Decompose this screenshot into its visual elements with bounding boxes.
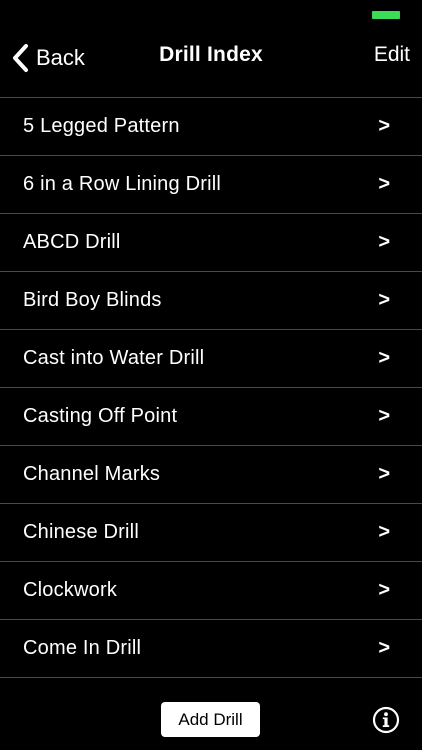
drill-list-item[interactable]: 6 in a Row Lining Drill > [0,156,422,214]
disclosure-arrow-icon: > [378,521,390,543]
navigation-bar: Back Drill Index Edit [0,28,422,96]
drill-list: 5 Legged Pattern > 6 in a Row Lining Dri… [0,98,422,678]
drill-list-item[interactable]: 5 Legged Pattern > [0,98,422,156]
drill-label: ABCD Drill [23,231,121,253]
drill-list-item[interactable]: Casting Off Point > [0,388,422,446]
status-bar [0,0,422,28]
drill-list-item[interactable]: Bird Boy Blinds > [0,272,422,330]
disclosure-arrow-icon: > [378,347,390,369]
drill-label: Casting Off Point [23,405,178,427]
disclosure-arrow-icon: > [378,231,390,253]
edit-button[interactable]: Edit [374,43,410,67]
drill-label: Come In Drill [23,637,142,659]
disclosure-arrow-icon: > [378,405,390,427]
drill-list-item[interactable]: Channel Marks > [0,446,422,504]
disclosure-arrow-icon: > [378,289,390,311]
drill-list-item[interactable]: Chinese Drill > [0,504,422,562]
drill-label: 6 in a Row Lining Drill [23,173,222,195]
drill-label: Channel Marks [23,463,161,485]
drill-list-item[interactable]: Cast into Water Drill > [0,330,422,388]
drill-list-item[interactable]: Clockwork > [0,562,422,620]
drill-label: Cast into Water Drill [23,347,205,369]
disclosure-arrow-icon: > [378,115,390,137]
drill-label: 5 Legged Pattern [23,115,180,137]
disclosure-arrow-icon: > [378,463,390,485]
drill-label: Chinese Drill [23,521,139,543]
drill-list-item[interactable]: Come In Drill > [0,620,422,678]
drill-label: Bird Boy Blinds [23,289,162,311]
page-title: Drill Index [159,43,263,66]
drill-list-item[interactable]: ABCD Drill > [0,214,422,272]
drill-label: Clockwork [23,579,118,601]
disclosure-arrow-icon: > [378,637,390,659]
disclosure-arrow-icon: > [378,579,390,601]
info-circle-icon[interactable] [372,706,400,734]
battery-icon [372,11,400,19]
add-drill-button[interactable]: Add Drill [161,702,260,737]
disclosure-arrow-icon: > [378,173,390,195]
